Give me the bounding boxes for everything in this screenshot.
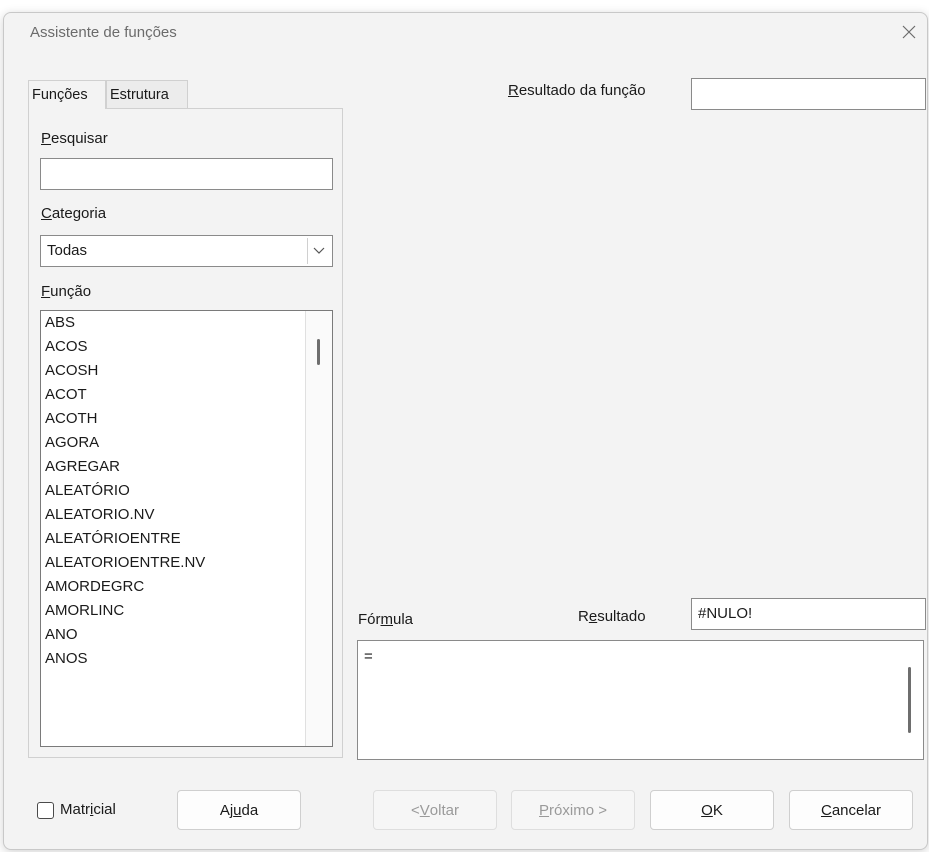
category-select[interactable]: Todas	[40, 235, 333, 267]
category-selected-value: Todas	[47, 242, 88, 259]
list-item[interactable]: AMORLINC	[41, 599, 332, 623]
search-label: Pesquisar	[41, 130, 108, 147]
next-button[interactable]: Próximo >	[511, 790, 635, 830]
function-result-label: Resultado da função	[508, 82, 646, 99]
tab-estrutura[interactable]: Estrutura	[106, 80, 188, 109]
back-button[interactable]: < Voltar	[373, 790, 497, 830]
tab-funcoes-label: Funções	[32, 87, 88, 103]
formula-scrollbar[interactable]	[897, 641, 923, 759]
category-label: Categoria	[41, 205, 107, 222]
function-listbox[interactable]: ABS ACOS ACOSH ACOT ACOTH AGORA AGREGAR ALEATÓR…	[40, 310, 333, 747]
array-checkbox[interactable]	[37, 802, 54, 819]
list-item[interactable]: AMORDEGRC	[41, 575, 332, 599]
cancel-button[interactable]: Cancelar	[789, 790, 913, 830]
scrollbar-thumb[interactable]	[317, 339, 320, 365]
ok-button[interactable]: OK	[650, 790, 774, 830]
list-item[interactable]: ACOT	[41, 383, 332, 407]
list-item[interactable]: ANO	[41, 623, 332, 647]
help-button[interactable]: Aj u da	[177, 790, 301, 830]
function-result-field	[691, 78, 926, 110]
list-item[interactable]: ALEATÓRIOENTRE	[41, 527, 332, 551]
formula-scrollbar-thumb[interactable]	[908, 667, 911, 733]
list-item[interactable]: ACOS	[41, 335, 332, 359]
list-item[interactable]: ALEATORIO.NV	[41, 503, 332, 527]
result-label: Resultado	[578, 608, 646, 625]
tab-estrutura-label: Estrutura	[110, 87, 169, 103]
chevron-down-icon	[313, 247, 325, 254]
dialog-title: Assistente de funções	[30, 24, 177, 41]
tab-funcoes[interactable]: Funções	[28, 80, 106, 109]
result-field: #NULO!	[691, 598, 926, 630]
formula-label: Fórmula	[358, 611, 414, 628]
list-item[interactable]: ALEATÓRIO	[41, 479, 332, 503]
list-item[interactable]: ALEATORIOENTRE.NV	[41, 551, 332, 575]
category-dropdown-button[interactable]	[307, 238, 330, 264]
array-checkbox-label: Matricial	[60, 801, 116, 818]
close-button[interactable]	[897, 20, 921, 44]
list-item[interactable]: AGORA	[41, 431, 332, 455]
list-item[interactable]: AGREGAR	[41, 455, 332, 479]
list-item[interactable]: ACOTH	[41, 407, 332, 431]
list-item[interactable]: ANOS	[41, 647, 332, 671]
function-list-scrollbar[interactable]	[305, 311, 332, 746]
formula-editor[interactable]: =	[357, 640, 924, 760]
function-list-label: Função	[41, 283, 92, 300]
list-item[interactable]: ACOSH	[41, 359, 332, 383]
search-input[interactable]	[40, 158, 333, 190]
formula-text: =	[364, 648, 373, 665]
list-item[interactable]: ABS	[41, 311, 332, 335]
close-icon	[902, 25, 916, 39]
